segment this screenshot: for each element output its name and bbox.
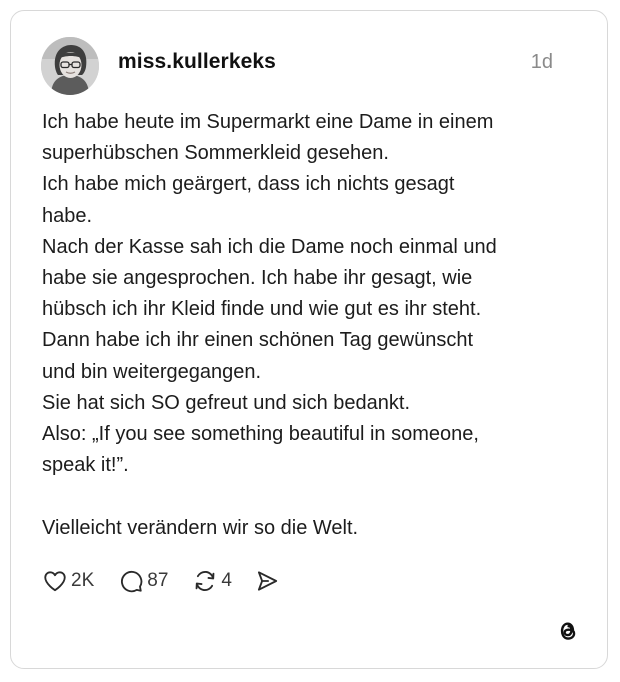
post-text-line: Ich habe mich geärgert, dass ich nichts … [42, 173, 455, 196]
threads-logo-icon [560, 622, 576, 640]
post-text-line: Dann habe ich ihr einen schönen Tag gewü… [42, 329, 474, 352]
post-text-line: Ich habe heute im Supermarkt eine Dame i… [42, 111, 494, 133]
post-text: Ich habe heute im Supermarkt eine Dame i… [42, 107, 582, 544]
post-actions: 2K 87 4 [42, 566, 280, 596]
like-button[interactable]: 2K [42, 568, 94, 594]
post-text-line: habe. [42, 204, 93, 227]
reply-count: 87 [147, 570, 169, 591]
repost-button[interactable]: 4 [192, 568, 232, 594]
username[interactable]: miss.kullerkeks [118, 50, 276, 74]
speech-bubble-icon [121, 570, 143, 593]
avatar-photo [41, 37, 99, 95]
post-timestamp: 1d [530, 51, 553, 73]
threads-post-card: miss.kullerkeks 1d Ich habe heute im Sup… [10, 10, 608, 669]
post-text-line: Vielleicht verändern wir so die Welt. [42, 516, 359, 539]
reply-button[interactable]: 87 [118, 568, 168, 594]
send-icon [257, 571, 278, 591]
heart-icon [44, 571, 66, 592]
share-button[interactable] [254, 568, 280, 594]
post-text-line: hübsch ich ihr Kleid finde und wie gut e… [42, 298, 482, 321]
post-text-line: und bin weitergegangen. [42, 360, 262, 383]
avatar[interactable] [41, 37, 99, 95]
repost-icon [196, 570, 215, 592]
like-count: 2K [71, 570, 95, 591]
post-text-line: habe sie angesprochen. Ich habe ihr gesa… [42, 267, 473, 290]
post-text-line: Nach der Kasse sah ich die Dame noch ein… [42, 235, 497, 258]
post-text-line: Also: „If you see something beautiful in… [42, 423, 479, 446]
post-text-line: speak it!”. [42, 454, 129, 477]
repost-count: 4 [221, 570, 232, 591]
post-text-blank-line [42, 481, 582, 512]
post-text-line: Sie hat sich SO gefreut und sich bedankt… [42, 391, 410, 414]
post-text-line: superhübschen Sommerkleid gesehen. [42, 142, 389, 165]
